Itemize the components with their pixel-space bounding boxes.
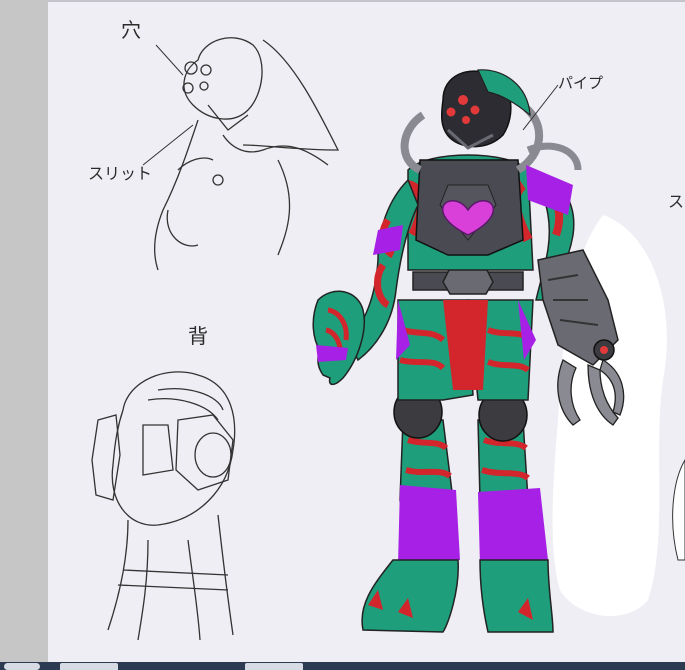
tool-panel-strip bbox=[0, 0, 48, 662]
annotation-cutoff: ス bbox=[668, 192, 685, 211]
back-sketch bbox=[91, 371, 236, 641]
drawing-canvas[interactable]: 穴 スリット 背 パイプ ス bbox=[48, 0, 685, 662]
taskbar bbox=[0, 662, 685, 670]
head-sketch bbox=[154, 37, 340, 271]
annotation-slit: スリット bbox=[88, 164, 153, 183]
taskbar-button[interactable] bbox=[4, 663, 40, 670]
taskbar-button[interactable] bbox=[60, 663, 118, 670]
artwork bbox=[48, 0, 685, 641]
annotation-pipe: パイプ bbox=[558, 74, 604, 92]
taskbar-button[interactable] bbox=[245, 663, 303, 670]
annotation-hole: 穴 bbox=[121, 18, 141, 42]
annotation-back: 背 bbox=[188, 324, 208, 348]
